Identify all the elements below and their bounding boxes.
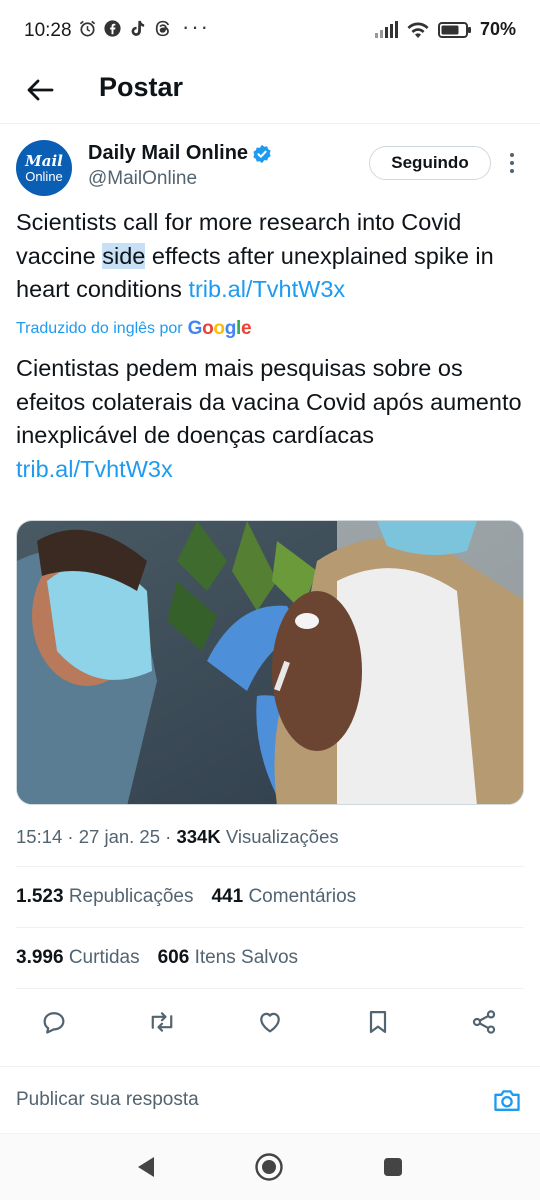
page-title: Postar	[99, 72, 184, 102]
author-handle[interactable]: @MailOnline	[88, 168, 197, 190]
bookmark-button[interactable]	[360, 1004, 396, 1040]
avatar[interactable]: Mail Online	[16, 140, 72, 196]
facebook-icon	[104, 20, 121, 37]
translated-by[interactable]: Traduzido do inglês por Google	[16, 318, 252, 340]
repost-button[interactable]	[144, 1004, 180, 1040]
nav-home-button[interactable]	[254, 1152, 284, 1182]
tweet-text: Scientists call for more research into C…	[16, 206, 528, 307]
stats-row-2: 3.996 Curtidas 606 Itens Salvos	[16, 947, 298, 969]
vaccination-photo	[17, 521, 523, 804]
threads-icon	[155, 20, 170, 37]
status-time: 10:28	[24, 20, 72, 41]
battery-icon	[437, 21, 471, 38]
wifi-icon	[407, 22, 429, 38]
translation-body: Cientistas pedem mais pesquisas sobre os…	[16, 355, 522, 448]
nav-recents-button[interactable]	[378, 1152, 408, 1182]
camera-button[interactable]	[492, 1085, 522, 1115]
notification-icons	[78, 19, 172, 38]
reply-input[interactable]	[16, 1089, 436, 1111]
comments-count: 441	[211, 886, 244, 907]
status-right: 70%	[374, 19, 516, 40]
square-recents-icon	[384, 1158, 402, 1176]
author-name[interactable]: Daily Mail Online	[88, 142, 272, 165]
status-bar: 10:28 ··· 70%	[0, 0, 540, 60]
google-logo: Google	[187, 318, 252, 339]
reposts-stat[interactable]: 1.523 Republicações	[16, 886, 193, 908]
views-label: Visualizações	[220, 826, 339, 847]
back-arrow-icon	[27, 79, 54, 101]
reposts-count: 1.523	[16, 886, 64, 907]
share-button[interactable]	[466, 1004, 502, 1040]
more-options-button[interactable]	[504, 150, 520, 176]
divider	[16, 927, 524, 928]
comments-label: Comentários	[248, 886, 357, 907]
stats-row-1: 1.523 Republicações 441 Comentários	[16, 886, 356, 908]
more-dot-icon	[510, 169, 514, 173]
tweet-meta: 15:14 · 27 jan. 25 · 334K Visualizações	[16, 826, 339, 848]
likes-count: 3.996	[16, 947, 64, 968]
heart-icon	[260, 1012, 280, 1033]
app-header: Postar	[0, 60, 540, 124]
verified-badge-icon	[253, 144, 271, 163]
saved-count: 606	[157, 947, 190, 968]
triangle-back-icon	[138, 1157, 154, 1177]
tweet-text-highlight: side	[102, 242, 146, 269]
signal-icon	[374, 20, 398, 38]
tiktok-icon	[131, 20, 145, 36]
views-count: 334K	[176, 826, 221, 847]
home-circle-icon	[255, 1153, 283, 1181]
likes-label: Curtidas	[68, 947, 140, 968]
avatar-line2: Online	[25, 168, 63, 184]
divider	[16, 988, 524, 989]
saved-label: Itens Salvos	[194, 947, 299, 968]
alarm-icon	[79, 20, 96, 37]
reposts-label: Republicações	[68, 886, 194, 907]
tweet-media-image[interactable]	[16, 520, 524, 805]
author-name-text: Daily Mail Online	[88, 142, 249, 164]
translation-text: Cientistas pedem mais pesquisas sobre os…	[16, 352, 528, 486]
avatar-line1: Mail	[25, 151, 63, 170]
status-more: ···	[182, 14, 210, 39]
translated-label: Traduzido do inglês por	[16, 320, 183, 337]
translation-link[interactable]: trib.al/TvhtW3x	[16, 456, 173, 482]
likes-stat[interactable]: 3.996 Curtidas	[16, 947, 140, 969]
back-button[interactable]	[20, 70, 60, 110]
tweet-link[interactable]: trib.al/TvhtW3x	[188, 276, 345, 302]
repost-icon	[151, 1012, 173, 1032]
like-button[interactable]	[252, 1004, 288, 1040]
nav-back-button[interactable]	[131, 1152, 161, 1182]
following-button[interactable]: Seguindo	[369, 146, 491, 180]
divider	[16, 866, 524, 867]
more-dot-icon	[510, 161, 514, 165]
camera-icon	[494, 1090, 520, 1111]
comments-stat[interactable]: 441 Comentários	[211, 886, 356, 908]
battery-percent: 70%	[479, 19, 516, 39]
system-nav-bar	[0, 1134, 540, 1200]
reply-button[interactable]	[36, 1004, 72, 1040]
more-dot-icon	[510, 153, 514, 157]
bookmark-icon	[369, 1010, 387, 1034]
saved-stat[interactable]: 606 Itens Salvos	[158, 947, 298, 969]
timestamp: 15:14 · 27 jan. 25 ·	[16, 826, 177, 847]
comment-icon	[43, 1012, 65, 1034]
share-icon	[472, 1010, 496, 1034]
action-bar	[0, 1004, 540, 1040]
reply-bar	[0, 1066, 540, 1134]
